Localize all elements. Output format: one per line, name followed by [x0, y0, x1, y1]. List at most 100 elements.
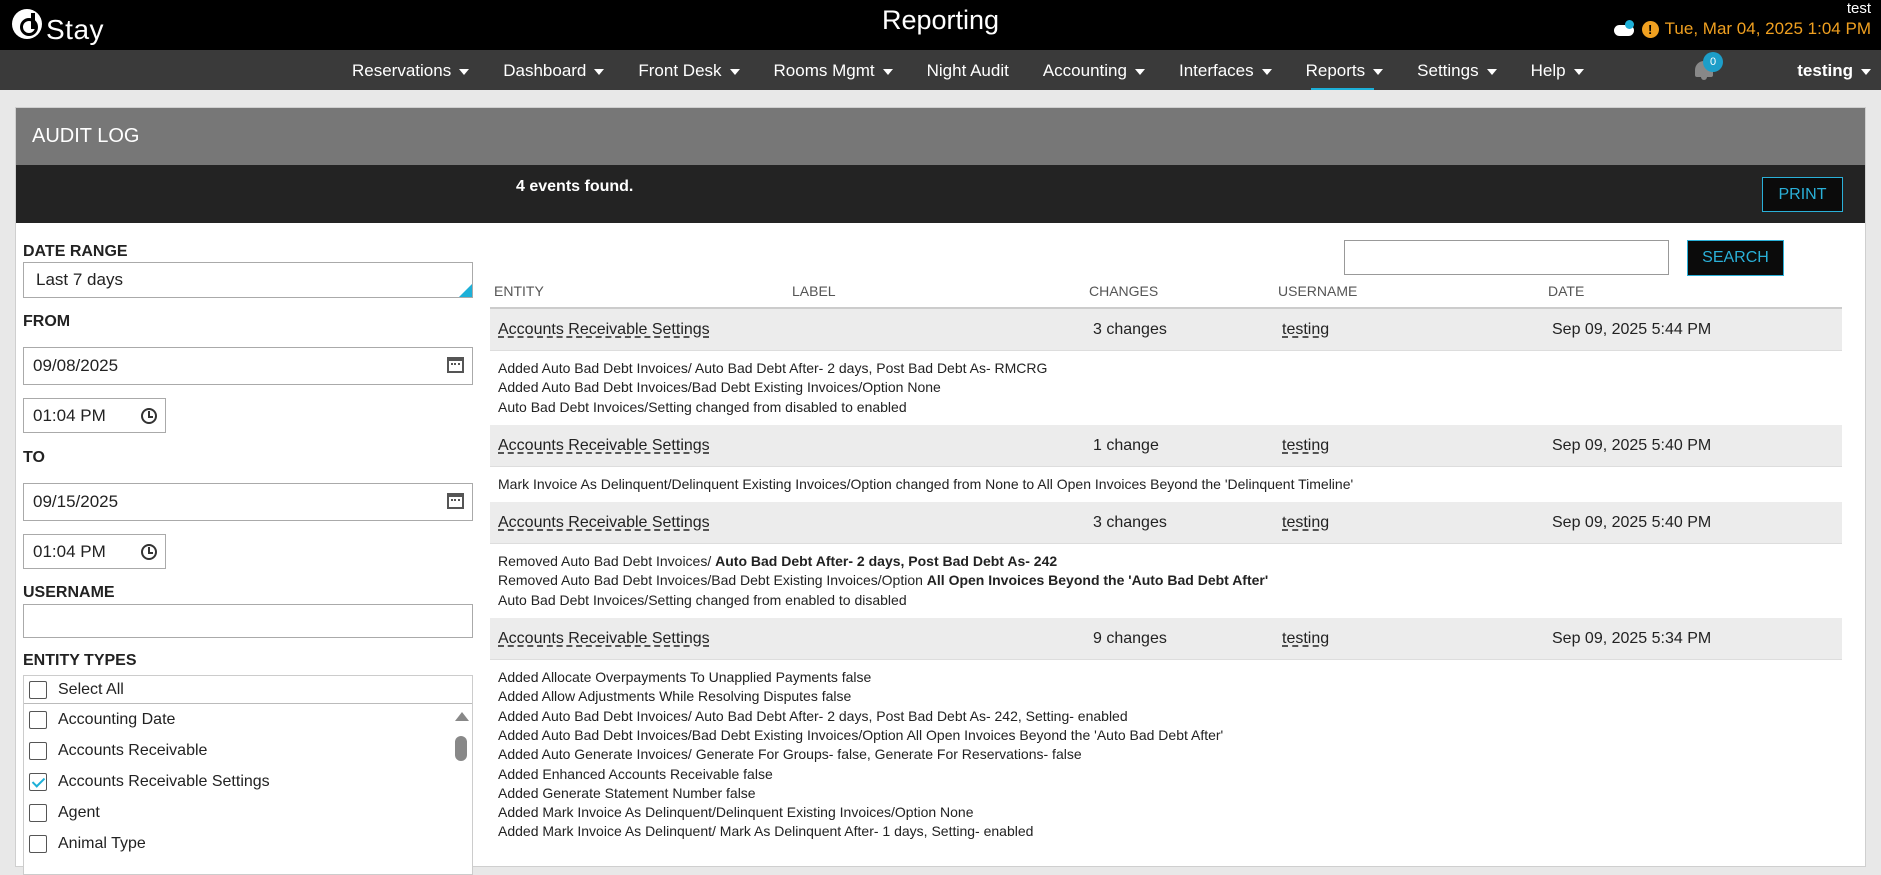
entity-type-label: Accounting Date: [58, 710, 176, 728]
clock-icon[interactable]: [141, 544, 157, 560]
entity-type-checkbox[interactable]: [29, 772, 47, 791]
username-link[interactable]: testing: [1282, 514, 1329, 532]
nav-item-reservations[interactable]: Reservations: [335, 50, 486, 90]
clock-icon[interactable]: [141, 408, 157, 424]
detail-line: Added Auto Bad Debt Invoices/Bad Debt Ex…: [498, 378, 1842, 397]
changes-count: 9 changes: [1093, 630, 1167, 648]
from-date-input[interactable]: 09/08/2025: [23, 347, 473, 385]
events-found-count: 4 events found.: [516, 178, 634, 195]
detail-line: Added Auto Bad Debt Invoices/ Auto Bad D…: [498, 707, 1842, 726]
scroll-thumb[interactable]: [455, 736, 467, 761]
entity-type-option[interactable]: Accounts Receivable Settings: [24, 766, 472, 797]
username-input[interactable]: [23, 604, 473, 638]
detail-text: Removed Auto Bad Debt Invoices/: [498, 553, 716, 570]
nav-item-interfaces[interactable]: Interfaces: [1162, 50, 1289, 90]
detail-line: Added Mark Invoice As Delinquent/Delinqu…: [498, 803, 1842, 822]
nav-item-accounting[interactable]: Accounting: [1026, 50, 1162, 90]
nav-item-label: Dashboard: [503, 61, 587, 80]
entity-type-options: Accounting Date Accounts Receivable Accoun…: [24, 704, 472, 859]
search-button[interactable]: SEARCH: [1687, 240, 1784, 276]
detail-text: Added Enhanced Accounts Receivable false: [498, 765, 773, 782]
calendar-icon[interactable]: [447, 357, 464, 373]
chevron-down-icon: [1373, 68, 1384, 75]
entity-type-label: Accounts Receivable Settings: [58, 772, 270, 790]
nav-item-reports[interactable]: Reports: [1289, 50, 1401, 90]
entity-link[interactable]: Accounts Receivable Settings: [498, 514, 710, 532]
detail-line: Added Mark Invoice As Delinquent/ Mark A…: [498, 822, 1842, 841]
entity-link[interactable]: Accounts Receivable Settings: [498, 321, 710, 339]
username-link[interactable]: testing: [1282, 321, 1329, 339]
from-time-input[interactable]: 01:04 PM: [23, 398, 166, 433]
nav-item-label: Front Desk: [638, 61, 722, 80]
weather-cloud-icon[interactable]: [1612, 20, 1636, 36]
username-link[interactable]: testing: [1282, 630, 1329, 648]
date-range-select[interactable]: Last 7 days: [23, 262, 473, 298]
event-details: Added Allocate Overpayments To Unapplied…: [490, 660, 1842, 850]
changes-count: 1 change: [1093, 436, 1159, 454]
entity-type-checkbox[interactable]: [29, 803, 47, 822]
calendar-icon[interactable]: [447, 493, 464, 509]
username-link[interactable]: testing: [1282, 437, 1329, 455]
to-date-input[interactable]: 09/15/2025: [23, 483, 473, 521]
to-label: TO: [23, 449, 45, 466]
results-summary-bar: 4 events found. PRINT: [16, 165, 1865, 223]
col-username[interactable]: USERNAME: [1278, 283, 1357, 299]
event-date: Sep 09, 2025 5:40 PM: [1552, 436, 1712, 454]
entity-type-option[interactable]: Accounting Date: [24, 704, 472, 735]
table-row: Accounts Receivable Settings 1 change test…: [490, 424, 1842, 467]
nav-item-label: Interfaces: [1178, 61, 1254, 80]
nav-item-front-desk[interactable]: Front Desk: [621, 50, 756, 90]
alert-icon[interactable]: !: [1641, 20, 1659, 38]
table-row: Accounts Receivable Settings 3 changes tes…: [490, 309, 1842, 351]
entity-type-checkbox[interactable]: [29, 834, 47, 853]
scrollbar[interactable]: [454, 710, 469, 870]
nav-user-menu[interactable]: testing: [1797, 50, 1871, 90]
to-time-input[interactable]: 01:04 PM: [23, 534, 166, 569]
chevron-down-icon: [1134, 68, 1145, 75]
select-all-checkbox[interactable]: [29, 680, 47, 699]
nav-item-rooms-mgmt[interactable]: Rooms Mgmt: [757, 50, 910, 90]
entity-type-option[interactable]: Animal Type: [24, 828, 472, 859]
col-label[interactable]: LABEL: [792, 283, 836, 299]
entity-type-option[interactable]: Accounts Receivable: [24, 735, 472, 766]
detail-text: Auto Bad Debt Invoices/Setting changed f…: [498, 398, 907, 415]
search-input[interactable]: [1344, 240, 1669, 275]
current-datetime: Tue, Mar 04, 2025 1:04 PM: [1664, 19, 1871, 38]
nav-item-help[interactable]: Help: [1514, 50, 1601, 90]
to-time-value: 01:04 PM: [33, 542, 106, 561]
detail-text: All Open Invoices Beyond the 'Auto Bad D…: [926, 572, 1269, 589]
nav-item-night-audit[interactable]: Night Audit: [910, 50, 1026, 90]
print-button[interactable]: PRINT: [1762, 177, 1843, 212]
nav-username: testing: [1797, 61, 1853, 80]
col-date[interactable]: DATE: [1548, 283, 1584, 299]
date-range-label: DATE RANGE: [23, 243, 128, 260]
date-range-value: Last 7 days: [36, 270, 123, 289]
entity-type-option[interactable]: Agent: [24, 797, 472, 828]
entity-type-label: Agent: [58, 803, 100, 821]
detail-line: Added Allocate Overpayments To Unapplied…: [498, 668, 1842, 687]
changes-count: 3 changes: [1093, 514, 1167, 532]
detail-text: Added Generate Statement Number false: [498, 784, 756, 801]
nav-item-dashboard[interactable]: Dashboard: [486, 50, 621, 90]
detail-text: Auto Bad Debt Invoices/Setting changed f…: [498, 591, 907, 608]
select-all-option[interactable]: Select All: [24, 676, 472, 704]
col-entity[interactable]: ENTITY: [494, 283, 544, 299]
nav-items: Reservations Dashboard Front Desk Rooms Mgm…: [335, 50, 1601, 90]
detail-text: Added Auto Generate Invoices/ Generate F…: [498, 746, 1082, 763]
entity-link[interactable]: Accounts Receivable Settings: [498, 437, 710, 455]
detail-text: Added Allocate Overpayments To Unapplied…: [498, 669, 872, 686]
event-details: Added Auto Bad Debt Invoices/ Auto Bad D…: [490, 351, 1842, 425]
entity-link[interactable]: Accounts Receivable Settings: [498, 630, 710, 648]
table-row: Accounts Receivable Settings 9 changes tes…: [490, 618, 1842, 661]
chevron-down-icon: [594, 68, 605, 75]
detail-text: Mark Invoice As Delinquent/Delinquent Ex…: [498, 475, 1354, 492]
nav-item-label: Night Audit: [926, 61, 1009, 80]
nav-item-label: Accounting: [1042, 61, 1127, 80]
nav-item-settings[interactable]: Settings: [1400, 50, 1513, 90]
entity-type-checkbox[interactable]: [29, 710, 47, 729]
top-bar: Stay Reporting test ! Tue, Mar 04, 2025 …: [0, 0, 1881, 50]
entity-type-checkbox[interactable]: [29, 741, 47, 760]
top-status: ! Tue, Mar 04, 2025 1:04 PM: [1612, 19, 1871, 39]
scroll-up-icon[interactable]: [455, 712, 469, 721]
col-changes[interactable]: CHANGES: [1089, 283, 1158, 299]
